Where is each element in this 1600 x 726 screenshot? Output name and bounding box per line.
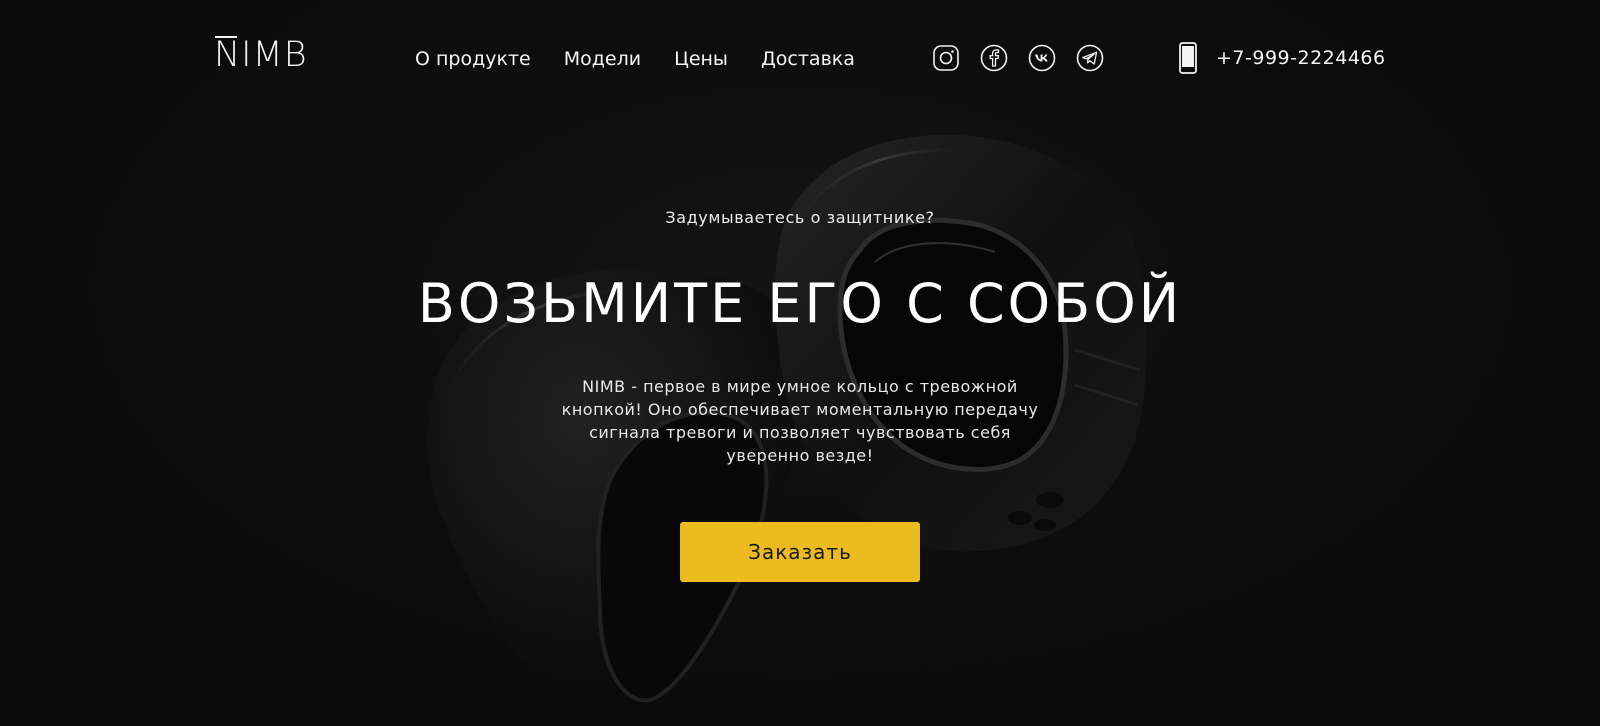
social-links: [932, 44, 1104, 72]
hero-title: ВОЗЬМИТЕ ЕГО С СОБОЙ: [417, 272, 1183, 335]
nimb-logo[interactable]: NIMB: [214, 34, 318, 76]
telegram-icon[interactable]: [1076, 44, 1104, 72]
facebook-icon[interactable]: [980, 44, 1008, 72]
phone-icon: [1179, 42, 1197, 74]
hero-description: NIMB - первое в мире умное кольцо с трев…: [561, 377, 1039, 465]
phone-contact: +7-999-2224466: [1178, 42, 1386, 74]
landing-page: NIMB О продукте Модели Цены Доставка +7-…: [0, 0, 1600, 726]
logo-overline: [215, 36, 237, 38]
vk-icon[interactable]: [1028, 44, 1056, 72]
nav-item-delivery[interactable]: Доставка: [761, 48, 855, 70]
nav-item-models[interactable]: Модели: [564, 48, 641, 70]
instagram-icon[interactable]: [932, 44, 960, 72]
hero-subtitle: Задумываетесь о защитнике?: [665, 208, 935, 227]
main-nav: О продукте Модели Цены Доставка: [415, 48, 855, 70]
logo-text: NIMB: [214, 35, 308, 75]
order-button[interactable]: Заказать: [680, 522, 920, 582]
nav-item-about[interactable]: О продукте: [415, 48, 531, 70]
nav-item-prices[interactable]: Цены: [674, 48, 728, 70]
ring-product-image: [0, 0, 1600, 726]
phone-number-link[interactable]: +7-999-2224466: [1216, 47, 1386, 69]
